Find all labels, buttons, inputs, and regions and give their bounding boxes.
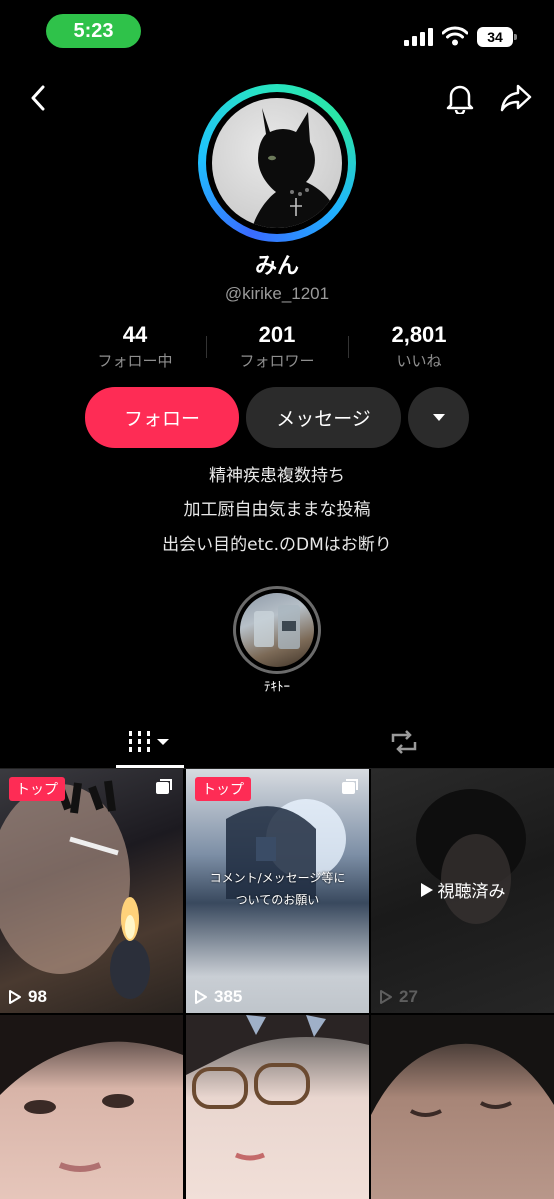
stat-label: いいね: [396, 352, 442, 370]
video-caption: コメント/メッセージ等に ついてのお願い: [186, 867, 369, 911]
battery-indicator: 34: [477, 27, 517, 47]
view-count: 98: [8, 987, 47, 1007]
play-icon: [195, 990, 207, 1004]
view-count: 27: [379, 987, 418, 1007]
stat-following[interactable]: 44 フォロー中: [65, 322, 205, 371]
multi-clip-icon: [342, 779, 358, 794]
watched-label: 視聴済み: [371, 877, 554, 902]
suggested-accounts-button[interactable]: [408, 387, 469, 448]
video-thumbnail[interactable]: [186, 1015, 369, 1199]
stat-label: フォロワー: [239, 352, 315, 370]
wifi-icon: [441, 26, 469, 50]
share-arrow-icon: [500, 84, 532, 112]
view-count: 385: [194, 987, 242, 1007]
face-image: [0, 1015, 183, 1172]
stat-likes[interactable]: 2,801 いいね: [349, 322, 489, 371]
video-thumbnail[interactable]: [371, 1015, 554, 1199]
tab-videos[interactable]: [116, 722, 184, 762]
stat-label: フォロー中: [97, 352, 173, 370]
avatar[interactable]: [212, 98, 342, 228]
play-icon: [9, 990, 21, 1004]
play-icon: [380, 990, 392, 1004]
top-badge: トップ: [195, 777, 251, 801]
share-button[interactable]: [498, 80, 534, 116]
top-badge: トップ: [9, 777, 65, 801]
video-thumbnail[interactable]: トップ 98: [0, 769, 183, 1013]
play-filled-icon: [420, 882, 433, 897]
tab-reposts[interactable]: [384, 722, 424, 762]
back-button[interactable]: [22, 82, 54, 114]
video-thumbnail[interactable]: トップ コメント/メッセージ等に ついてのお願い 385: [186, 769, 369, 1013]
black-cat-icon: [252, 108, 342, 228]
bottles-image: [254, 605, 300, 649]
watched-text: 視聴済み: [437, 882, 506, 902]
stat-value: 201: [258, 322, 296, 347]
status-time: 5:23: [46, 14, 141, 48]
multi-clip-icon: [156, 779, 172, 794]
highlight-thumbnail[interactable]: [240, 593, 314, 667]
video-caption-line: コメント/メッセージ等に: [209, 871, 346, 885]
highlight-label: ﾃｷﾄｰ: [264, 680, 290, 695]
smoking-person-image: [0, 780, 150, 999]
bio-line: 出会い目的etc.のDMはお断り: [162, 535, 392, 555]
glasses-face-image: [186, 1015, 369, 1161]
caret-down-icon: [432, 414, 445, 421]
repost-icon: [391, 730, 417, 754]
notification-bell-button[interactable]: [444, 80, 476, 116]
stat-value: 44: [122, 322, 148, 347]
bio-line: 加工厨自由気ままな投稿: [183, 500, 371, 520]
view-count-value: 385: [214, 987, 243, 1006]
view-count-value: 98: [28, 987, 47, 1006]
bell-icon: [446, 85, 474, 114]
grid-icon: [129, 731, 169, 752]
profile-handle: @kirike_1201: [224, 284, 330, 303]
signal-icon: [404, 28, 434, 50]
follow-button[interactable]: フォロー: [85, 387, 239, 448]
profile-name: みん: [254, 254, 299, 279]
video-caption-line: ついてのお願い: [235, 893, 320, 907]
stat-value: 2,801: [391, 322, 447, 347]
view-count-value: 27: [399, 987, 418, 1006]
message-button[interactable]: メッセージ: [246, 387, 401, 448]
video-thumbnail[interactable]: 視聴済み 27: [371, 769, 554, 1013]
video-thumbnail[interactable]: [0, 1015, 183, 1199]
stat-followers[interactable]: 201 フォロワー: [207, 322, 347, 371]
chevron-left-icon: [31, 85, 45, 111]
sleeping-face-image: [371, 1015, 554, 1117]
bio-line: 精神疾患複数持ち: [209, 466, 345, 486]
